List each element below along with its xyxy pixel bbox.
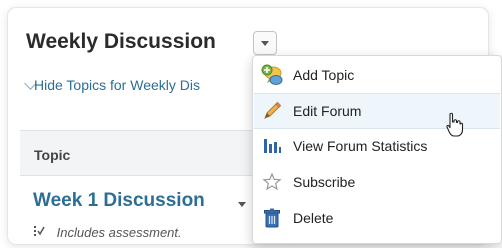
topic-column-header: Topic <box>34 147 71 163</box>
menu-item-label: Delete <box>293 210 334 226</box>
menu-item-delete[interactable]: Delete <box>254 201 500 235</box>
trash-icon <box>261 207 283 229</box>
topic-actions-chevron-icon[interactable] <box>238 202 246 207</box>
menu-item-label: Edit Forum <box>293 103 362 119</box>
menu-item-label: Subscribe <box>293 174 356 190</box>
forum-title: Weekly Discussion <box>26 30 216 53</box>
page: Weekly Discussion Hide Topics for Weekly… <box>0 0 502 248</box>
pencil-icon <box>261 100 283 122</box>
menu-item-subscribe[interactable]: Subscribe <box>254 165 500 199</box>
menu-item-label: View Forum Statistics <box>293 138 428 154</box>
mouse-cursor-icon <box>446 112 464 137</box>
rubric-icon <box>33 225 47 240</box>
assessment-note: Includes assessment. <box>33 225 182 240</box>
forum-context-menu: Add Topic Edit Forum View Forum Statisti… <box>252 55 502 244</box>
star-icon <box>261 171 283 193</box>
topic-link-week-1[interactable]: Week 1 Discussion <box>33 190 205 212</box>
hide-topics-link[interactable]: Hide Topics for Weekly Dis <box>34 77 264 93</box>
menu-item-label: Add Topic <box>293 67 355 83</box>
add-topic-icon <box>261 64 283 86</box>
chevron-down-icon <box>261 40 269 46</box>
forum-actions-dropdown-button[interactable] <box>253 31 277 55</box>
menu-item-add-topic[interactable]: Add Topic <box>254 58 500 92</box>
assessment-note-text: Includes assessment. <box>56 225 182 240</box>
statistics-icon <box>261 135 283 157</box>
